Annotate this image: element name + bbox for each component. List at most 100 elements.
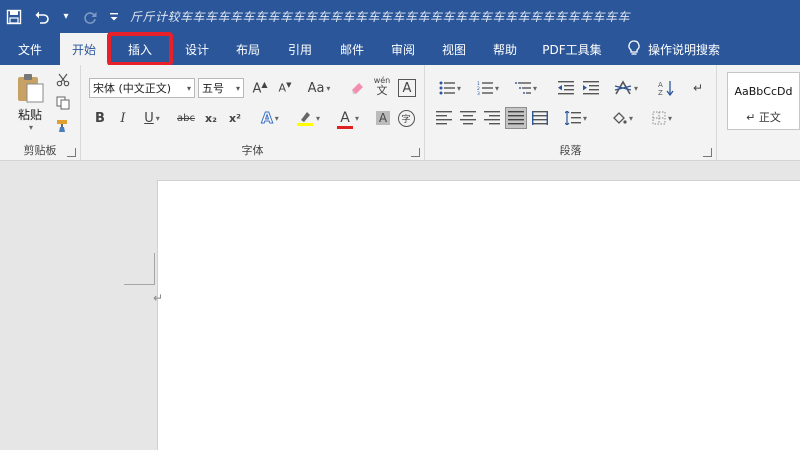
tab-file[interactable]: 文件 xyxy=(0,33,60,65)
tab-insert[interactable]: 插入 xyxy=(107,32,173,66)
paragraph-launcher-icon[interactable] xyxy=(703,148,712,157)
paint-bucket-icon xyxy=(613,112,627,124)
sort-icon: AZ xyxy=(658,81,674,96)
paragraph-mark-icon: ↵ xyxy=(153,291,164,305)
paste-icon xyxy=(18,74,44,103)
document-title: 斤斤计较车车车车车车车车车车车车车车车车车车车车车车车车车车车车车车车车车车车车 xyxy=(130,10,631,24)
numbering-button[interactable]: 123 ▾ xyxy=(471,77,505,99)
customize-qat-icon[interactable] xyxy=(104,0,124,33)
tab-help[interactable]: 帮助 xyxy=(480,33,530,65)
chinese-layout-button[interactable]: ▾ xyxy=(609,77,643,99)
character-shading-button[interactable]: A xyxy=(372,107,394,129)
borders-dropdown-icon[interactable]: ▾ xyxy=(668,114,672,123)
shading-button[interactable]: ▾ xyxy=(605,107,639,129)
bullets-button[interactable]: ▾ xyxy=(433,77,467,99)
superscript-button[interactable]: x² xyxy=(224,107,246,129)
clipboard-launcher-icon[interactable] xyxy=(67,148,76,157)
tab-review[interactable]: 审阅 xyxy=(378,33,428,65)
ribbon-tabs: 文件 开始 插入 设计 布局 引用 邮件 审阅 视图 帮助 PDF工具集 操作说… xyxy=(0,32,800,66)
align-center-button[interactable] xyxy=(457,107,479,129)
font-name-combo[interactable]: 宋体 (中文正文) ▾ xyxy=(89,78,195,98)
bullets-icon xyxy=(439,81,455,95)
phonetic-guide-button[interactable]: wén 文 xyxy=(371,75,393,97)
line-spacing-dropdown-icon[interactable]: ▾ xyxy=(583,114,587,123)
numbering-dropdown-icon[interactable]: ▾ xyxy=(495,84,499,93)
shrink-font-button[interactable]: A▼ xyxy=(274,77,296,99)
tab-pdf-tools[interactable]: PDF工具集 xyxy=(530,33,614,65)
tell-me-search[interactable]: 操作说明搜索 xyxy=(614,33,734,65)
distributed-button[interactable] xyxy=(529,107,551,129)
align-left-icon xyxy=(436,111,452,125)
font-name-value: 宋体 (中文正文) xyxy=(93,82,172,95)
paste-label: 粘贴 xyxy=(17,108,42,122)
font-color-button[interactable]: A ▾ xyxy=(331,107,365,129)
tab-references[interactable]: 引用 xyxy=(274,33,326,65)
highlight-dropdown-icon[interactable]: ▾ xyxy=(316,114,320,123)
enclose-characters-button[interactable]: 字 xyxy=(395,107,417,129)
shading-dropdown-icon[interactable]: ▾ xyxy=(629,114,633,123)
tab-home[interactable]: 开始 xyxy=(60,33,108,65)
chinese-layout-dropdown-icon[interactable]: ▾ xyxy=(634,84,638,93)
format-painter-button[interactable] xyxy=(52,115,74,137)
paste-button[interactable]: 粘贴 ▾ xyxy=(10,71,50,133)
title-bar: ▾ 斤斤计较车车车车车车车车车车车车车车车车车车车车车车车车车车车车车车车车车车… xyxy=(0,0,800,33)
font-size-dropdown-icon[interactable]: ▾ xyxy=(236,84,240,93)
underline-button[interactable]: U ▾ xyxy=(137,107,167,129)
show-paragraph-marks-button[interactable]: ↵ xyxy=(687,77,709,99)
save-icon[interactable] xyxy=(0,0,28,33)
svg-text:Z: Z xyxy=(658,89,663,96)
paragraph-group-label: 段落 xyxy=(559,144,582,157)
style-sample-text: AaBbCcDd xyxy=(734,85,793,98)
change-case-dropdown-icon[interactable]: ▾ xyxy=(326,84,330,93)
undo-dropdown-icon[interactable]: ▾ xyxy=(56,0,76,33)
redo-icon[interactable] xyxy=(76,0,104,33)
style-normal[interactable]: AaBbCcDd ↵ 正文 xyxy=(727,72,800,130)
svg-text:3: 3 xyxy=(477,91,480,95)
tab-mailings[interactable]: 邮件 xyxy=(326,33,378,65)
bold-button[interactable]: B xyxy=(89,107,111,129)
increase-indent-button[interactable] xyxy=(580,77,602,99)
tab-view[interactable]: 视图 xyxy=(428,33,480,65)
font-color-dropdown-icon[interactable]: ▾ xyxy=(355,114,359,123)
clear-formatting-button[interactable] xyxy=(346,77,368,99)
tab-design[interactable]: 设计 xyxy=(172,33,222,65)
style-name: ↵ 正文 xyxy=(728,109,799,125)
justify-button[interactable] xyxy=(505,107,527,129)
borders-button[interactable]: ▾ xyxy=(645,107,679,129)
cut-button[interactable] xyxy=(52,69,74,91)
font-size-combo[interactable]: 五号 ▾ xyxy=(198,78,244,98)
align-left-button[interactable] xyxy=(433,107,455,129)
italic-button[interactable]: I xyxy=(112,107,134,129)
multilevel-list-button[interactable]: ▾ xyxy=(509,77,543,99)
subscript-button[interactable]: x₂ xyxy=(200,107,222,129)
change-case-button[interactable]: Aa ▾ xyxy=(302,77,336,99)
text-effects-dropdown-icon[interactable]: ▾ xyxy=(275,114,279,123)
strikethrough-button[interactable]: abc xyxy=(173,107,199,129)
font-name-dropdown-icon[interactable]: ▾ xyxy=(187,84,191,93)
underline-dropdown-icon[interactable]: ▾ xyxy=(156,114,160,123)
undo-icon[interactable] xyxy=(28,0,56,33)
character-border-button[interactable]: A xyxy=(398,79,416,97)
multilevel-list-dropdown-icon[interactable]: ▾ xyxy=(533,84,537,93)
sort-button[interactable]: AZ xyxy=(655,77,677,99)
highlight-button[interactable]: ▾ xyxy=(291,107,325,129)
document-area[interactable]: ↵ xyxy=(0,161,800,450)
ribbon-home: 粘贴 ▾ 剪贴板 宋体 (中文正文) ▾ 五号 ▾ A▲ A▼ Aa ▾ wén… xyxy=(0,65,800,161)
bullets-dropdown-icon[interactable]: ▾ xyxy=(457,84,461,93)
font-group-label: 字体 xyxy=(241,144,264,157)
font-color-bar xyxy=(336,126,353,129)
scissors-icon xyxy=(56,73,70,87)
copy-button[interactable] xyxy=(52,92,74,114)
document-page[interactable] xyxy=(157,180,800,450)
paste-dropdown-icon[interactable]: ▾ xyxy=(29,123,33,132)
align-right-button[interactable] xyxy=(481,107,503,129)
clipboard-group: 粘贴 ▾ 剪贴板 xyxy=(0,65,81,161)
align-right-icon xyxy=(484,111,500,125)
grow-font-button[interactable]: A▲ xyxy=(249,77,271,99)
decrease-indent-button[interactable] xyxy=(555,77,577,99)
text-effects-button[interactable]: A ▾ xyxy=(253,107,287,129)
tab-layout[interactable]: 布局 xyxy=(222,33,274,65)
line-spacing-button[interactable]: ▾ xyxy=(559,107,593,129)
font-launcher-icon[interactable] xyxy=(411,148,420,157)
copy-icon xyxy=(56,96,70,110)
